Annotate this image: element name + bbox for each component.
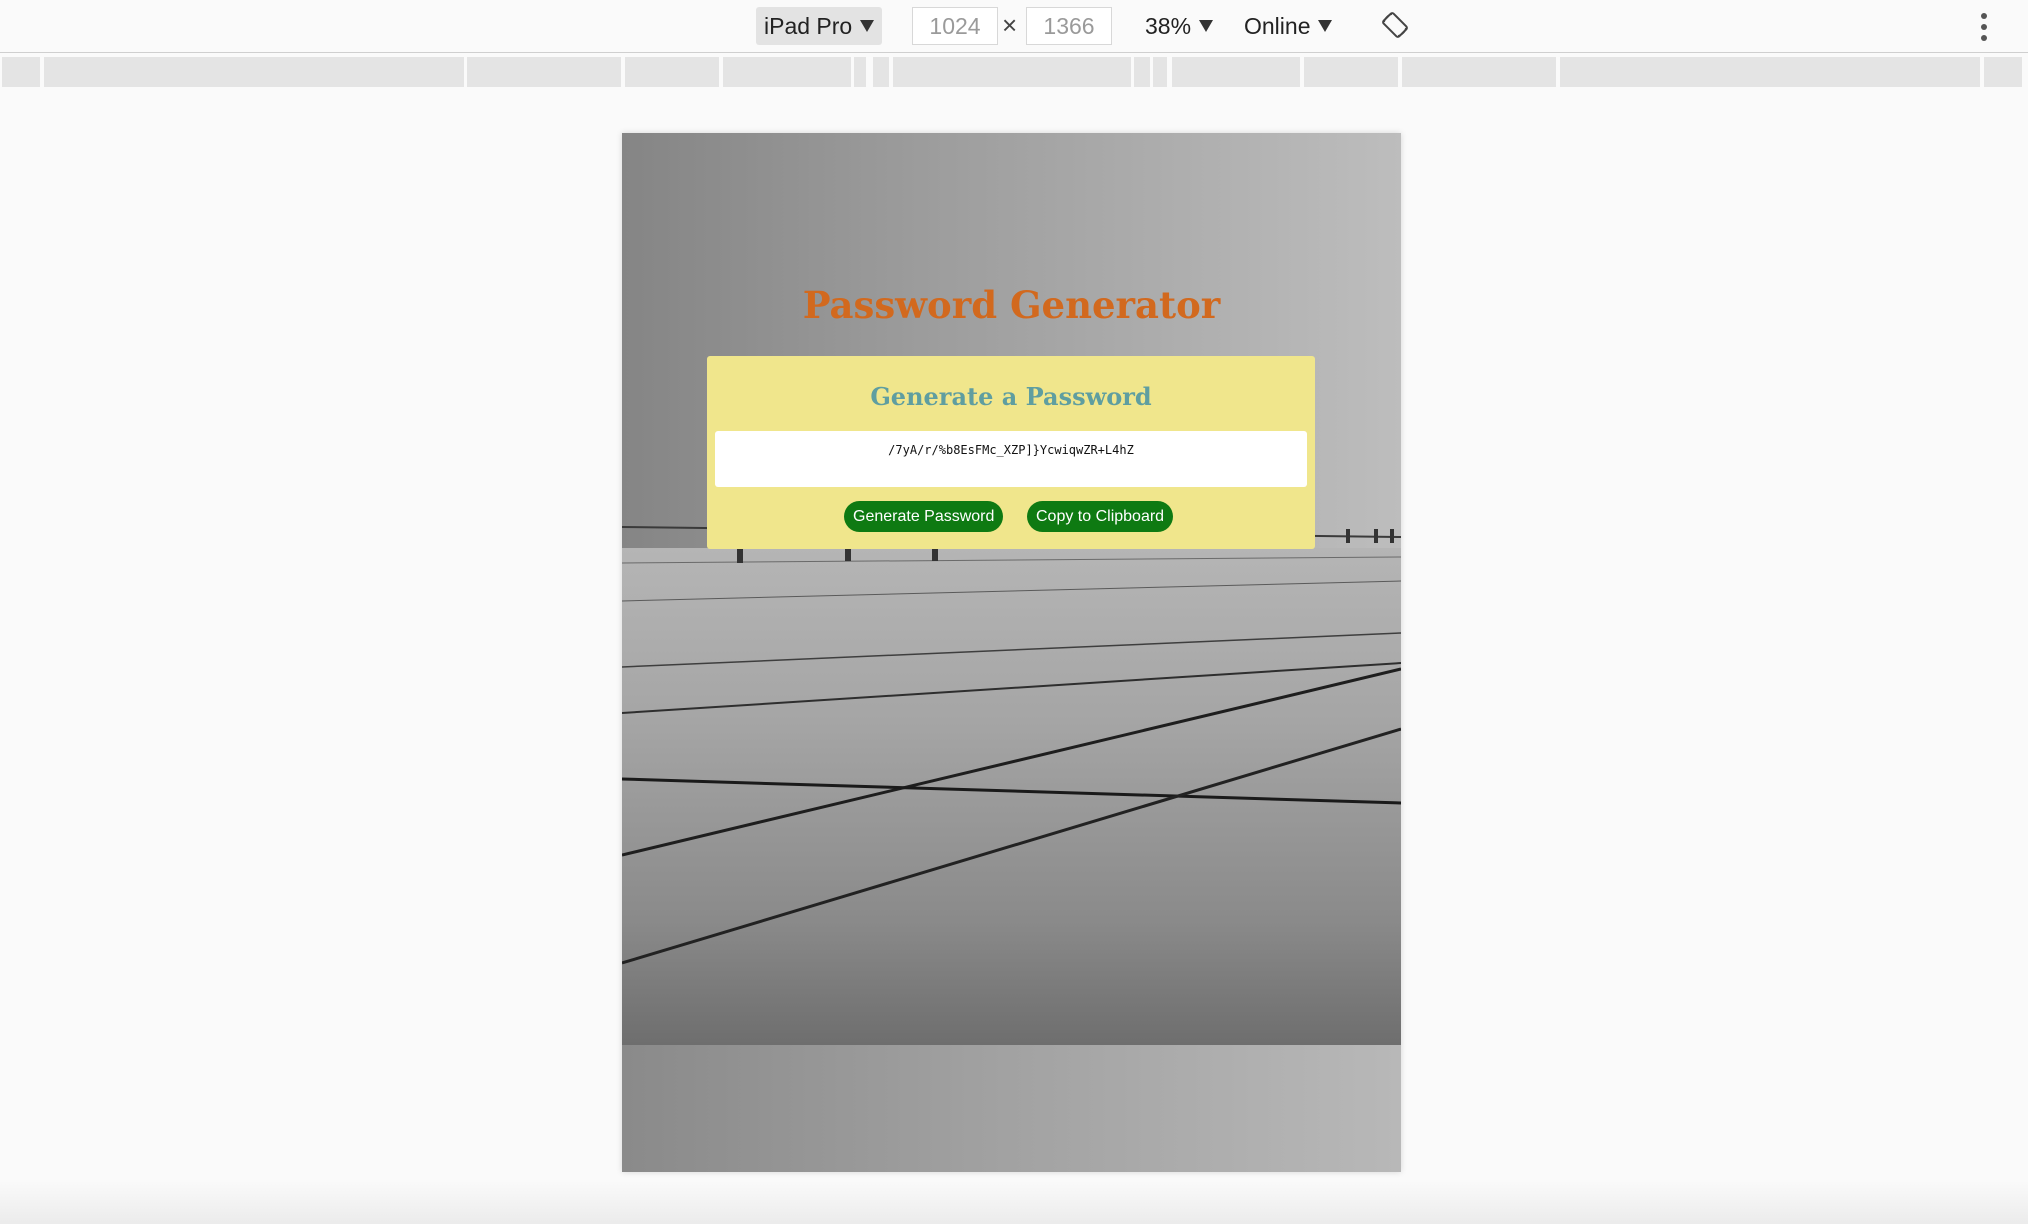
media-query-bar[interactable] — [1153, 57, 1167, 87]
device-viewport: Password Generator Generate a Password /… — [622, 133, 1401, 1172]
media-query-bar[interactable] — [1172, 57, 1300, 87]
background-architecture-lines — [622, 526, 1401, 965]
password-output[interactable]: /7yA/r/%b8EsFMc_XZP]}YcwiqwZR+L4hZ — [715, 431, 1307, 487]
media-query-bar[interactable] — [1134, 57, 1150, 87]
media-query-bar[interactable] — [854, 57, 866, 87]
width-input[interactable]: 1024 — [912, 7, 998, 45]
device-select-label: iPad Pro — [764, 13, 853, 39]
zoom-select-label: 38% — [1145, 13, 1192, 39]
password-card: Generate a Password /7yA/r/%b8EsFMc_XZP]… — [707, 356, 1315, 549]
network-select-label: Online — [1244, 13, 1311, 39]
network-throttle-select[interactable]: Online — [1244, 7, 1333, 45]
caret-down-icon — [860, 20, 875, 32]
media-query-bar[interactable] — [1984, 57, 2022, 87]
more-vertical-icon[interactable] — [1980, 12, 1988, 42]
device-select[interactable]: iPad Pro — [756, 7, 883, 45]
device-toolbar: iPad Pro 1024 × 1366 38% Online — [0, 0, 2028, 53]
media-query-bar[interactable] — [1402, 57, 1556, 87]
rotate-icon[interactable] — [1380, 10, 1410, 40]
height-input[interactable]: 1366 — [1026, 7, 1112, 45]
media-query-bar[interactable] — [44, 57, 464, 87]
background-image-repeat — [622, 1045, 1401, 1172]
page-title: Password Generator — [802, 283, 1221, 327]
media-query-bar[interactable] — [1304, 57, 1398, 87]
card-heading: Generate a Password — [870, 382, 1152, 411]
media-query-bar[interactable] — [467, 57, 621, 87]
window-bottom-shadow — [0, 1180, 2028, 1224]
media-query-bar[interactable] — [1560, 57, 1980, 87]
copy-to-clipboard-button[interactable]: Copy to Clipboard — [1027, 501, 1174, 532]
generate-password-button[interactable]: Generate Password — [844, 501, 1004, 532]
dimension-separator: × — [1002, 10, 1018, 40]
media-query-bar[interactable] — [893, 57, 1131, 87]
caret-down-icon — [1318, 20, 1333, 32]
media-query-ruler — [0, 55, 2028, 89]
media-query-bar[interactable] — [723, 57, 851, 87]
zoom-select[interactable]: 38% — [1145, 7, 1214, 45]
media-query-bar[interactable] — [873, 57, 889, 87]
caret-down-icon — [1199, 20, 1214, 32]
media-query-bar[interactable] — [625, 57, 719, 87]
media-query-bar[interactable] — [2, 57, 40, 87]
